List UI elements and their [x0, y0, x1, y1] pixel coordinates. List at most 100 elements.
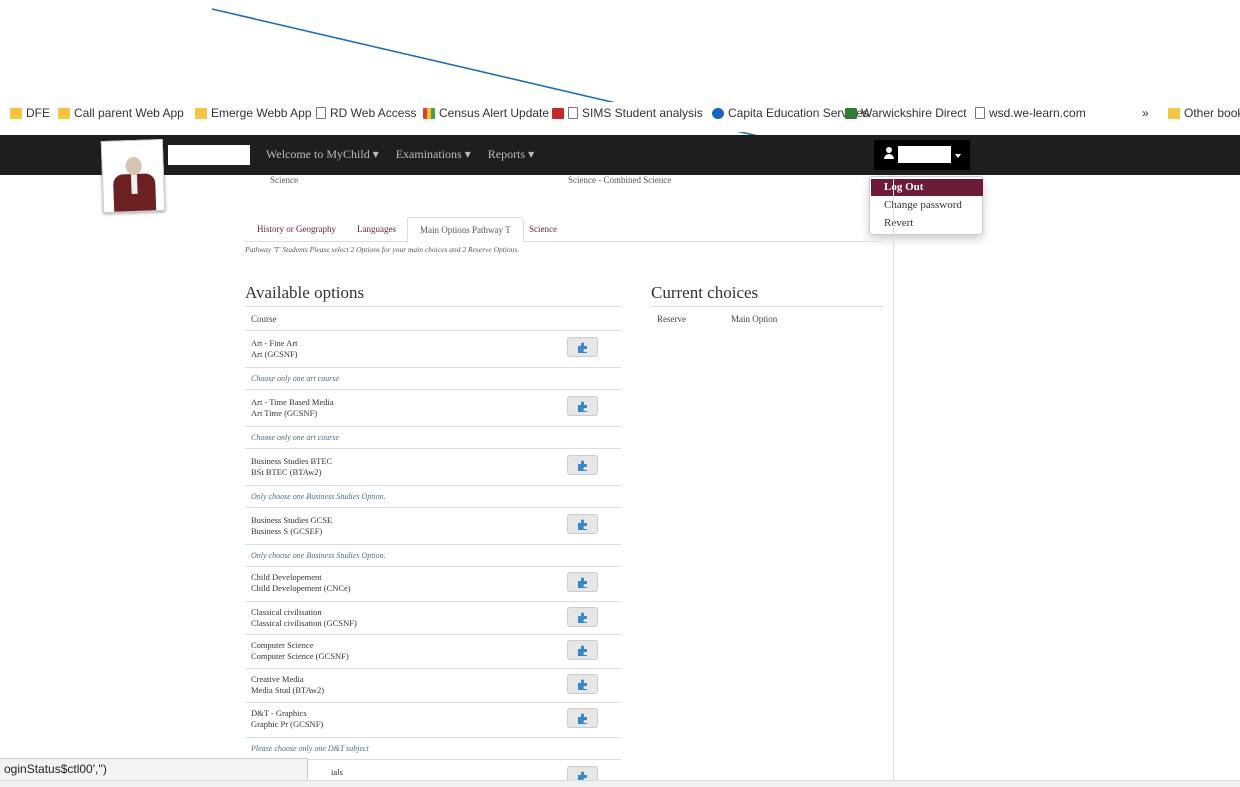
bookmark-item[interactable]: Census Alert Update	[423, 105, 549, 121]
add-course-button[interactable]	[567, 708, 598, 728]
course-name-partial: ials	[331, 767, 343, 777]
green-square-icon	[845, 107, 857, 119]
course-code: Art (GCSNF)	[251, 349, 298, 359]
puzzle-icon	[578, 460, 587, 471]
bookmarks-overflow[interactable]: »	[1142, 105, 1149, 121]
available-options-title: Available options	[245, 283, 365, 302]
add-course-button[interactable]	[567, 607, 598, 627]
content-divider	[893, 175, 894, 780]
course-note-row: Choose only one art course	[245, 426, 621, 448]
course-row: D&T - Graphics Graphic Pr (GCSNF)	[245, 702, 621, 737]
puzzle-icon	[578, 713, 587, 724]
redacted-username	[898, 146, 951, 163]
course-note: Only choose one Business Studies Option.	[251, 551, 386, 560]
main-option-column-header: Main Option	[731, 314, 778, 324]
puzzle-icon	[578, 612, 587, 623]
nav-welcome-dropdown[interactable]: Welcome to MyChild ▾	[266, 147, 379, 162]
tab-science[interactable]: Science	[517, 217, 569, 242]
course-row: Business Studies GCSE Business S (GCSEF)	[245, 507, 621, 544]
bookmark-item[interactable]: Emerge Webb App	[195, 105, 312, 121]
add-course-button[interactable]	[567, 455, 598, 475]
caret-down-icon	[955, 154, 961, 158]
bookmark-item[interactable]: RD Web Access	[316, 105, 416, 121]
puzzle-icon	[578, 577, 587, 588]
course-note-row: Only choose one Business Studies Option.	[245, 544, 621, 566]
add-course-button[interactable]	[567, 674, 598, 694]
course-name: Child Developement	[251, 572, 322, 582]
course-row: Art - Fine Art Art (GCSNF)	[245, 330, 621, 367]
subject-choice: Science - Combined Science	[568, 175, 672, 185]
bookmark-item[interactable]: Warwickshire Direct	[845, 105, 967, 121]
reserve-column-header: Reserve	[657, 314, 686, 324]
taskbar-strip	[0, 780, 1240, 787]
tab-history-geography[interactable]: History or Geography	[245, 217, 348, 242]
revert-menu-item[interactable]: Revert	[871, 215, 983, 232]
page-icon	[975, 107, 985, 119]
course-name: Art - Time Based Media	[251, 397, 334, 407]
bookmark-item[interactable]: wsd.we-learn.com	[975, 105, 1086, 121]
nav-reports-dropdown[interactable]: Reports ▾	[488, 147, 534, 162]
instructions-text: Pathway 'T' Students Please select 2 Opt…	[245, 245, 520, 254]
course-row: Creative Media Media Stud (BTAw2)	[245, 668, 621, 702]
student-photo	[100, 138, 166, 214]
course-column-header: Course	[251, 314, 277, 324]
tab-main-options[interactable]: Main Options Pathway T	[407, 217, 524, 243]
course-name: Creative Media	[251, 674, 304, 684]
course-row: Child Developement Child Developement (C…	[245, 566, 621, 601]
course-note: Only choose one Business Studies Option.	[251, 492, 386, 501]
course-code: Media Stud (BTAw2)	[251, 685, 325, 695]
course-note: Choose only one art course	[251, 374, 339, 383]
puzzle-icon	[578, 519, 587, 530]
option-tabs: History or Geography Languages Main Opti…	[245, 217, 883, 243]
divider	[651, 306, 884, 307]
current-choices-title: Current choices	[651, 283, 759, 302]
course-code: Computer Science (GCSNF)	[251, 651, 349, 661]
course-code: Child Developement (CNCe)	[251, 583, 351, 593]
add-course-button[interactable]	[567, 396, 598, 416]
tab-languages[interactable]: Languages	[345, 217, 408, 242]
puzzle-icon	[578, 401, 587, 412]
bookmark-item[interactable]: SIMS Student analysis	[552, 105, 703, 121]
course-name: Computer Science	[251, 640, 314, 650]
add-course-button[interactable]	[567, 640, 598, 660]
course-row: Classical civilisation Classical civilis…	[245, 601, 621, 634]
folder-icon	[10, 107, 22, 119]
add-course-button[interactable]	[567, 337, 598, 357]
course-name: Classical civilisation	[251, 607, 322, 617]
folder-icon	[1168, 107, 1180, 119]
bookmark-item[interactable]: DFE	[10, 105, 50, 121]
add-course-button[interactable]	[567, 514, 598, 534]
globe-icon	[712, 107, 724, 119]
course-row: Business Studies BTEC BSt BTEC (BTAw2)	[245, 448, 621, 485]
puzzle-icon	[578, 645, 587, 656]
browser-status-bar: oginStatus$ctl00','')	[0, 758, 308, 781]
bookmark-item[interactable]: Call parent Web App	[58, 105, 184, 121]
page-icon	[316, 107, 326, 119]
course-note-row: Only choose one Business Studies Option.	[245, 485, 621, 507]
course-code: Business S (GCSEF)	[251, 526, 323, 536]
logout-menu-item[interactable]: Log Out	[871, 179, 983, 196]
nav-examinations-dropdown[interactable]: Examinations ▾	[396, 147, 471, 162]
course-row: Art - Time Based Media Art Time (GCSNF)	[245, 389, 621, 426]
subject-label: Science	[270, 175, 298, 185]
puzzle-icon	[578, 679, 587, 690]
course-note: Please choose only one D&T subject	[251, 744, 369, 753]
bookmark-item[interactable]: Other bookmarks	[1168, 105, 1240, 121]
course-row: Computer Science Computer Science (GCSNF…	[245, 634, 621, 668]
add-course-button[interactable]	[567, 572, 598, 592]
course-code: Graphic Pr (GCSNF)	[251, 719, 324, 729]
folder-icon	[195, 107, 207, 119]
puzzle-icon	[578, 342, 587, 353]
course-code: Art Time (GCSNF)	[251, 408, 318, 418]
course-name: Art - Fine Art	[251, 338, 298, 348]
page-icon	[568, 107, 578, 119]
course-note-row: Choose only one art course	[245, 367, 621, 389]
change-password-menu-item[interactable]: Change password	[871, 197, 983, 214]
user-dropdown-menu: Log Out Change password Revert	[869, 176, 983, 235]
bookmarks-bar: DFE Call parent Web App Emerge Webb App …	[0, 102, 1240, 132]
nav-menu: Welcome to MyChild ▾ Examinations ▾ Repo…	[266, 147, 534, 162]
course-note-row: Please choose only one D&T subject	[245, 737, 621, 759]
user-icon	[884, 147, 894, 161]
course-code: Classical civilisation (GCSNF)	[251, 618, 357, 628]
course-name: D&T - Graphics	[251, 708, 307, 718]
